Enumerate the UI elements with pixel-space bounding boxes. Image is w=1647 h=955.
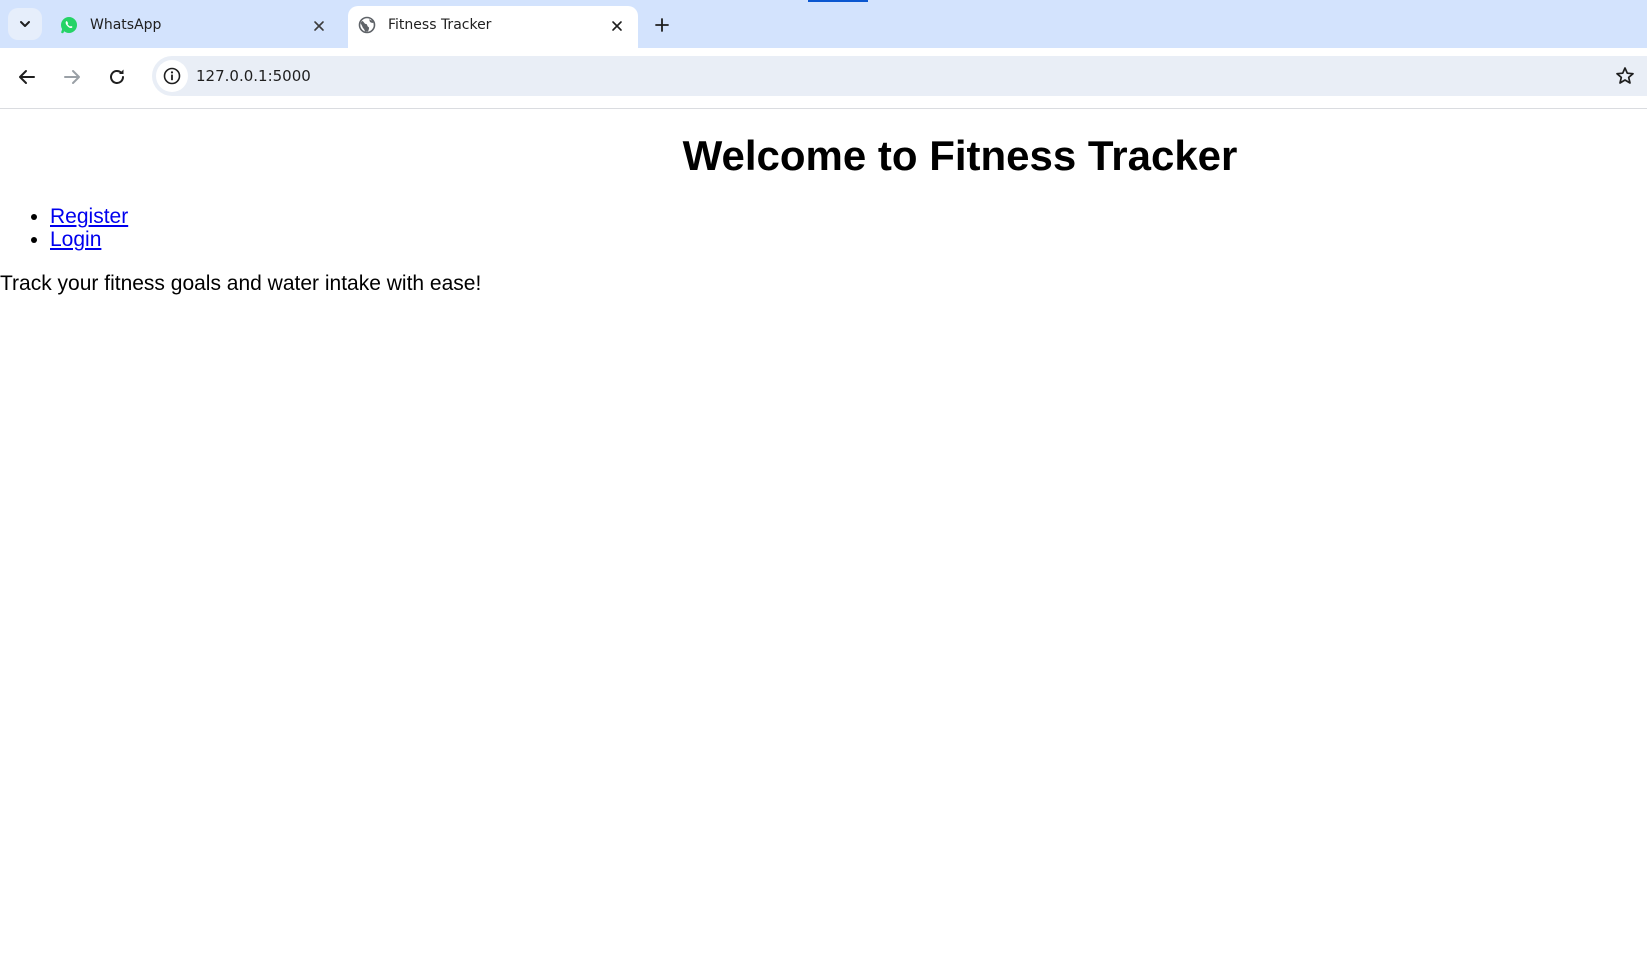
nav-links: Register Login xyxy=(0,205,128,251)
arrow-left-icon xyxy=(19,70,35,84)
tagline: Track your fitness goals and water intak… xyxy=(0,272,482,295)
site-info-button[interactable] xyxy=(156,60,188,92)
address-bar[interactable]: 127.0.0.1:5000 xyxy=(152,56,1647,96)
info-icon xyxy=(163,67,181,85)
whatsapp-icon xyxy=(60,16,78,34)
plus-icon xyxy=(655,18,669,32)
arrow-right-icon xyxy=(64,70,80,84)
new-tab-button[interactable] xyxy=(648,11,676,39)
reload-button[interactable] xyxy=(101,61,133,93)
login-link[interactable]: Login xyxy=(50,228,101,251)
close-icon[interactable] xyxy=(310,17,328,35)
tab-strip-indicator xyxy=(808,0,868,2)
url-text[interactable]: 127.0.0.1:5000 xyxy=(196,67,311,85)
tab-strip: WhatsApp Fitness Tracker xyxy=(0,0,1647,48)
close-icon[interactable] xyxy=(608,17,626,35)
tab-search-button[interactable] xyxy=(8,8,42,40)
register-link[interactable]: Register xyxy=(50,205,128,228)
page-title: Welcome to Fitness Tracker xyxy=(682,132,1238,179)
star-icon xyxy=(1616,67,1634,84)
bookmark-button[interactable] xyxy=(1613,64,1637,88)
page-content: Welcome to Fitness Tracker Register Logi… xyxy=(0,109,1647,955)
globe-icon xyxy=(358,16,376,34)
list-item: Register xyxy=(50,205,128,228)
back-button[interactable] xyxy=(11,61,43,93)
tab-title: Fitness Tracker xyxy=(388,17,492,33)
browser-window: WhatsApp Fitness Tracker 127.0.0.1:5000 … xyxy=(0,0,1647,955)
tab-whatsapp[interactable]: WhatsApp xyxy=(50,6,340,48)
reload-icon xyxy=(110,69,124,84)
toolbar: 127.0.0.1:5000 xyxy=(0,48,1647,109)
tab-fitness-tracker[interactable]: Fitness Tracker xyxy=(348,6,638,48)
list-item: Login xyxy=(50,228,128,251)
chevron-down-icon xyxy=(20,21,30,27)
tab-title: WhatsApp xyxy=(90,17,162,33)
forward-button[interactable] xyxy=(56,61,88,93)
